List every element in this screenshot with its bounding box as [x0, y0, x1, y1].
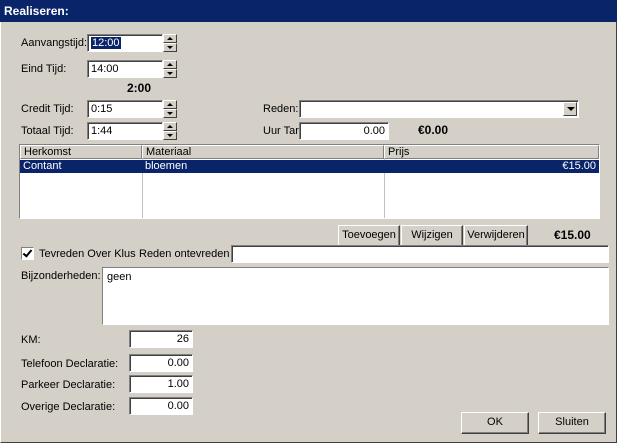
totaal-tijd-label: Totaal Tijd:	[21, 125, 74, 137]
toevoegen-button[interactable]: Toevoegen	[338, 225, 400, 247]
chevron-down-icon[interactable]	[563, 102, 577, 116]
credit-tijd-label: Credit Tijd:	[21, 103, 74, 115]
cell-prijs: €15.00	[384, 160, 599, 173]
reden-ontevreden-input[interactable]	[231, 245, 609, 263]
uur-tarief-input[interactable]: 0.00	[299, 122, 389, 140]
cell-materiaal: bloemen	[142, 160, 384, 173]
window-title: Realiseren:	[0, 0, 617, 22]
tevreden-checkbox[interactable]	[21, 247, 34, 260]
materiaal-table[interactable]: Herkomst Materiaal Prijs Contant bloemen…	[19, 144, 600, 219]
spin-down-icon[interactable]	[163, 69, 177, 78]
column-header-herkomst[interactable]: Herkomst	[20, 145, 142, 159]
totaal-tijd-input[interactable]: 1:44	[87, 122, 163, 140]
table-total-value: €15.00	[554, 228, 591, 242]
totaal-tijd-spinner[interactable]	[163, 122, 177, 140]
spin-down-icon[interactable]	[163, 131, 177, 140]
ok-button[interactable]: OK	[461, 412, 529, 434]
spin-up-icon[interactable]	[163, 100, 177, 109]
spin-up-icon[interactable]	[163, 122, 177, 131]
overige-label: Overige Declaratie:	[21, 401, 116, 413]
cell-herkomst: Contant	[20, 160, 142, 173]
eind-tijd-input[interactable]: 14:00	[87, 60, 163, 78]
verwijderen-button[interactable]: Verwijderen	[464, 225, 528, 247]
wijzigen-button[interactable]: Wijzigen	[401, 225, 463, 247]
sluiten-button[interactable]: Sluiten	[538, 412, 606, 434]
aanvangstijd-label: Aanvangstijd:	[21, 37, 88, 49]
bijzonderheden-label: Bijzonderheden:	[21, 270, 101, 282]
reden-label: Reden:	[263, 103, 299, 115]
uur-total-value: €0.00	[418, 123, 449, 137]
credit-tijd-input[interactable]: 0:15	[87, 100, 163, 118]
duration-value: 2:00	[127, 81, 152, 95]
bijzonderheden-textarea[interactable]: geen	[102, 267, 609, 325]
km-input[interactable]: 26	[129, 330, 193, 348]
aanvangstijd-input[interactable]: 12:00	[87, 34, 163, 52]
overige-input[interactable]: 0.00	[129, 397, 193, 415]
spin-up-icon[interactable]	[163, 34, 177, 43]
eind-tijd-label: Eind Tijd:	[21, 63, 67, 75]
dialog-body: Aanvangstijd: 12:00 Eind Tijd: 14:00 2:0…	[0, 22, 617, 443]
aanvangstijd-spinner[interactable]	[163, 34, 177, 52]
tevreden-label: Tevreden Over Klus	[39, 248, 136, 260]
parkeer-label: Parkeer Declaratie:	[21, 379, 116, 391]
telefoon-input[interactable]: 0.00	[129, 354, 193, 372]
spin-down-icon[interactable]	[163, 43, 177, 52]
credit-tijd-spinner[interactable]	[163, 100, 177, 118]
column-header-prijs[interactable]: Prijs	[384, 145, 599, 159]
reden-select[interactable]	[299, 100, 579, 118]
telefoon-label: Telefoon Declaratie:	[21, 358, 119, 370]
spin-down-icon[interactable]	[163, 109, 177, 118]
reden-ontevreden-label: Reden ontevreden	[139, 248, 230, 260]
spin-up-icon[interactable]	[163, 60, 177, 69]
eind-tijd-spinner[interactable]	[163, 60, 177, 78]
column-header-materiaal[interactable]: Materiaal	[142, 145, 384, 159]
km-label: KM:	[21, 334, 41, 346]
parkeer-input[interactable]: 1.00	[129, 375, 193, 393]
